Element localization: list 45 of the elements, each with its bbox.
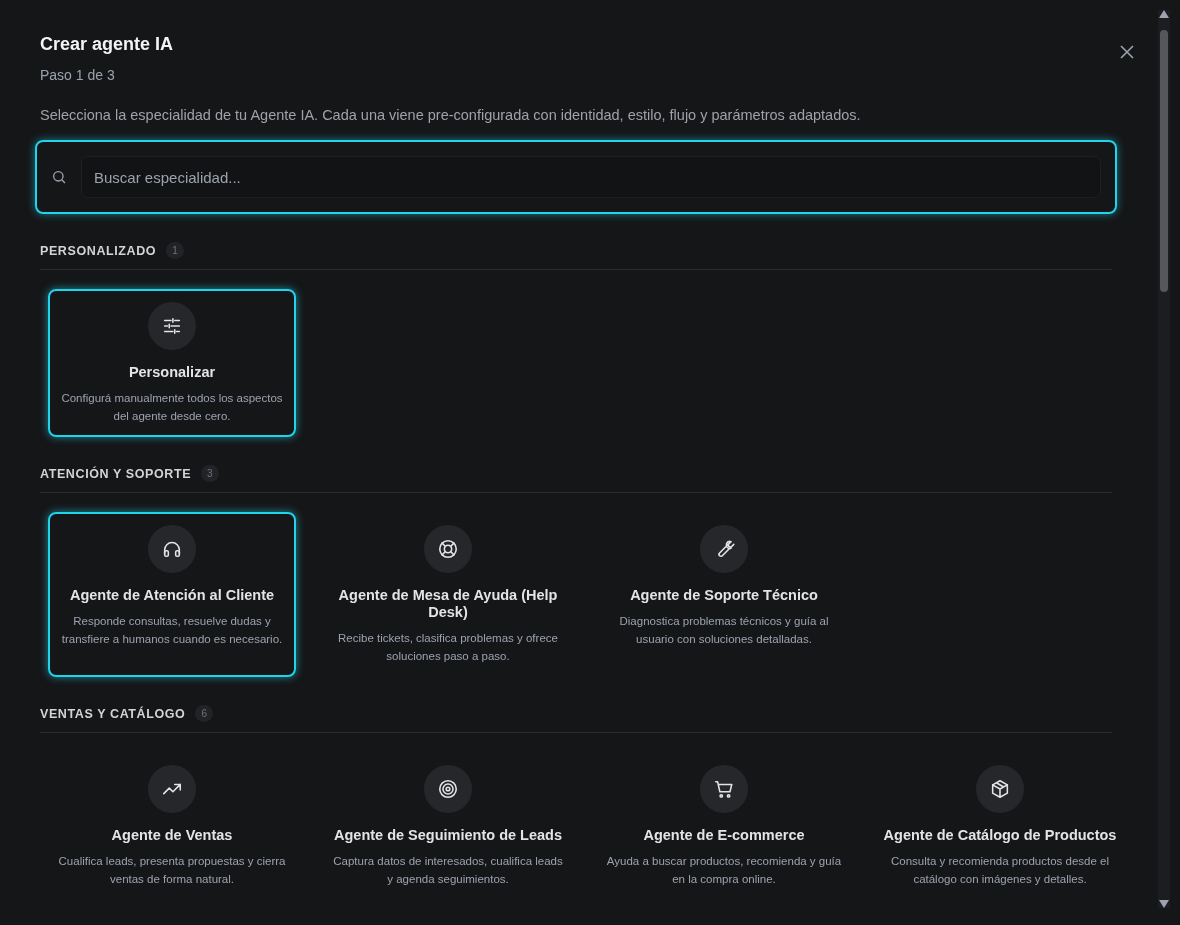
intro-text: Selecciona la especialidad de tu Agente IA. Cada una viene pre-configurada con identidad, estilo, flujo y parámetros adaptados.	[40, 107, 862, 123]
target-icon	[437, 778, 459, 800]
scroll-thumb[interactable]	[1160, 30, 1168, 292]
cart-icon	[713, 778, 735, 800]
box-icon	[989, 778, 1011, 800]
card-description: Responde consultas, resuelve dudas y transfiere a humanos cuando es necesario.	[60, 614, 284, 647]
count-badge: 6	[195, 705, 213, 722]
specialty-card[interactable]: Agente de Soporte Técnico Diagnostica problemas técnicos y guía al usuario con soluciones detalladas.	[600, 512, 848, 677]
card-description: Captura datos de interesados, cualifica leads y agenda seguimientos.	[332, 854, 564, 887]
card-title: Agente de E-commerce	[643, 827, 805, 844]
scrollbar[interactable]	[1158, 10, 1170, 908]
section-title: VENTAS Y CATÁLOGO	[40, 706, 186, 721]
count-badge: 3	[201, 465, 219, 482]
dialog-title: Crear agente IA	[40, 34, 174, 55]
specialty-card[interactable]: Agente de Atención al Cliente Responde consultas, resuelve dudas y transfiere a humanos cuando es necesario.	[48, 512, 296, 677]
section-title: ATENCIÓN Y SOPORTE	[40, 466, 192, 481]
card-description: Diagnostica problemas técnicos y guía al usuario con soluciones detalladas.	[618, 614, 830, 647]
count-badge: 1	[166, 242, 184, 259]
specialty-card[interactable]: Agente de Mesa de Ayuda (Help Desk) Recibe tickets, clasifica problemas y ofrece soluciones paso a paso.	[324, 512, 572, 677]
sliders-icon	[161, 315, 183, 337]
specialty-card[interactable]: Agente de Ventas Cualifica leads, presenta propuestas y cierra ventas de forma natural.	[48, 752, 296, 900]
specialty-card[interactable]: Personalizar Configurá manualmente todos los aspectos del agente desde cero.	[48, 289, 296, 437]
card-description: Cualifica leads, presenta propuestas y cierra ventas de forma natural.	[57, 854, 287, 887]
card-title: Agente de Ventas	[111, 827, 233, 844]
card-description: Consulta y recomienda productos desde el catálogo con imágenes y detalles.	[890, 854, 1110, 887]
card-title: Agente de Catálogo de Productos	[883, 827, 1117, 844]
card-description: Configurá manualmente todos los aspectos del agente desde cero.	[60, 391, 284, 424]
specialty-card[interactable]: Agente de Seguimiento de Leads Captura datos de interesados, cualifica leads y agenda seguimientos.	[324, 752, 572, 900]
card-description: Ayuda a buscar productos, recomienda y guía en la compra online.	[605, 854, 843, 887]
card-title: Agente de Seguimiento de Leads	[334, 827, 562, 844]
card-title: Agente de Mesa de Ayuda (Help Desk)	[337, 587, 559, 621]
scroll-down-icon[interactable]	[1159, 900, 1169, 908]
card-description: Recibe tickets, clasifica problemas y ofrece soluciones paso a paso.	[337, 631, 559, 664]
step-indicator: Paso 1 de 3	[40, 67, 116, 83]
scroll-up-icon[interactable]	[1159, 10, 1169, 18]
search-field[interactable]: Buscar especialidad...	[35, 140, 1117, 214]
card-title: Personalizar	[128, 364, 216, 381]
lifebuoy-icon	[437, 538, 459, 560]
specialty-card[interactable]: Agente de E-commerce Ayuda a buscar productos, recomienda y guía en la compra online.	[600, 752, 848, 900]
card-title: Agente de Atención al Cliente	[69, 587, 275, 604]
section-title: PERSONALIZADO	[40, 243, 157, 258]
close-icon	[1119, 44, 1135, 60]
specialty-card[interactable]: Agente de Catálogo de Productos Consulta y recomienda productos desde el catálogo con imágenes y detalles.	[876, 752, 1124, 900]
card-title: Agente de Soporte Técnico	[630, 587, 818, 604]
search-icon	[51, 169, 67, 185]
